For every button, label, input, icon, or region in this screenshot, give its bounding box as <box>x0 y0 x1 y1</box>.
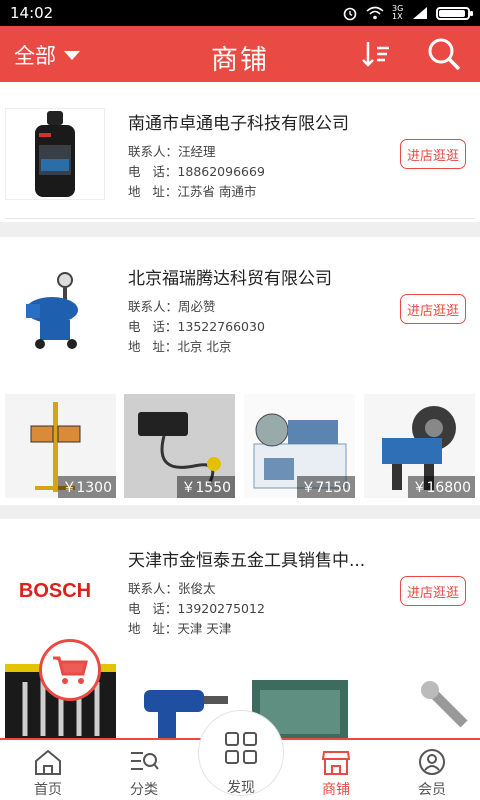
tab-category[interactable]: 分类 <box>96 740 192 800</box>
store-contact: 联系人：张俊太 <box>128 581 216 596</box>
filter-label: 全部 <box>14 44 56 68</box>
product-row: ￥1300 ￥1550 ￥7150 ￥16800 <box>0 394 480 498</box>
tab-member[interactable]: 会员 <box>384 740 480 800</box>
home-icon <box>35 749 61 775</box>
store-contact: 联系人：周必赞 <box>128 299 216 314</box>
store-phone: 电 话：18862096669 <box>128 164 265 179</box>
store-card[interactable]: 北京福瑞腾达科贸有限公司 联系人：周必赞 电 话：13522766030 地 址… <box>0 237 480 505</box>
alarm-icon <box>343 7 357 21</box>
tab-home[interactable]: 首页 <box>0 740 96 800</box>
tab-label: 首页 <box>34 782 62 798</box>
product-adjustable-wrench-image <box>421 681 468 728</box>
divider <box>5 218 475 219</box>
product-tile[interactable]: ￥1300 <box>5 394 116 498</box>
cart-icon <box>53 656 88 684</box>
store-name[interactable]: 北京福瑞腾达科贸有限公司 <box>128 264 398 289</box>
store-thumbnail[interactable] <box>5 263 105 355</box>
product-bottle-image <box>35 111 75 197</box>
shop-icon <box>321 751 351 775</box>
tab-label: 分类 <box>130 782 158 798</box>
store-thumbnail[interactable] <box>5 108 105 200</box>
grid-icon <box>225 732 257 764</box>
caret-down-icon <box>64 50 80 60</box>
product-tile[interactable]: ￥7150 <box>244 394 355 498</box>
signal-icon <box>413 7 427 19</box>
product-machine-image <box>26 272 78 349</box>
store-phone: 电 话：13920275012 <box>128 601 265 616</box>
product-tile[interactable]: ￥16800 <box>364 394 475 498</box>
enter-store-button[interactable]: 进店逛逛 <box>400 576 466 606</box>
store-address: 地 址：天津 天津 <box>128 621 232 636</box>
store-address: 地 址：北京 北京 <box>128 339 232 354</box>
product-tile[interactable]: ￥1550 <box>124 394 235 498</box>
store-card[interactable]: 南通市卓通电子科技有限公司 联系人：汪经理 电 话：18862096669 地 … <box>0 82 480 222</box>
product-tile[interactable] <box>364 664 475 738</box>
store-contact: 联系人：汪经理 <box>128 144 216 159</box>
tab-shop[interactable]: 商铺 <box>288 740 384 800</box>
category-icon <box>131 752 159 770</box>
tab-label: 会员 <box>418 782 446 798</box>
store-card[interactable]: BOSCH 天津市金恒泰五金工具销售中... 联系人：张俊太 电 话：13920… <box>0 519 480 738</box>
network-type: 3G 1X <box>392 4 404 21</box>
status-bar: 14:02 3G 1X <box>0 0 480 26</box>
status-time: 14:02 <box>10 4 54 22</box>
store-name[interactable]: 天津市金恒泰五金工具销售中... <box>128 546 398 571</box>
sort-icon[interactable] <box>361 39 391 69</box>
enter-store-button[interactable]: 进店逛逛 <box>400 139 466 169</box>
product-price: ￥1300 <box>58 476 116 498</box>
product-price: ￥7150 <box>297 476 355 498</box>
wifi-icon <box>366 6 384 20</box>
battery-icon <box>436 6 473 20</box>
status-icons: 3G 1X <box>342 4 473 21</box>
store-name[interactable]: 南通市卓通电子科技有限公司 <box>128 109 398 134</box>
store-phone: 电 话：13522766030 <box>128 319 265 334</box>
bosch-logo: BOSCH <box>18 579 92 602</box>
app-header: 全部 商铺 <box>0 26 480 82</box>
cart-button[interactable] <box>39 639 101 701</box>
store-address: 地 址：江苏省 南通市 <box>128 184 257 199</box>
tab-label: 商铺 <box>322 782 350 798</box>
user-icon <box>419 749 445 775</box>
tab-label: 发现 <box>227 780 255 796</box>
tab-discover[interactable]: 发现 <box>198 710 284 796</box>
search-icon[interactable] <box>424 36 464 72</box>
store-logo[interactable]: BOSCH <box>5 545 105 637</box>
product-price: ￥16800 <box>408 476 475 498</box>
product-price: ￥1550 <box>177 476 235 498</box>
enter-store-button[interactable]: 进店逛逛 <box>400 294 466 324</box>
category-filter-dropdown[interactable]: 全部 <box>14 40 80 70</box>
